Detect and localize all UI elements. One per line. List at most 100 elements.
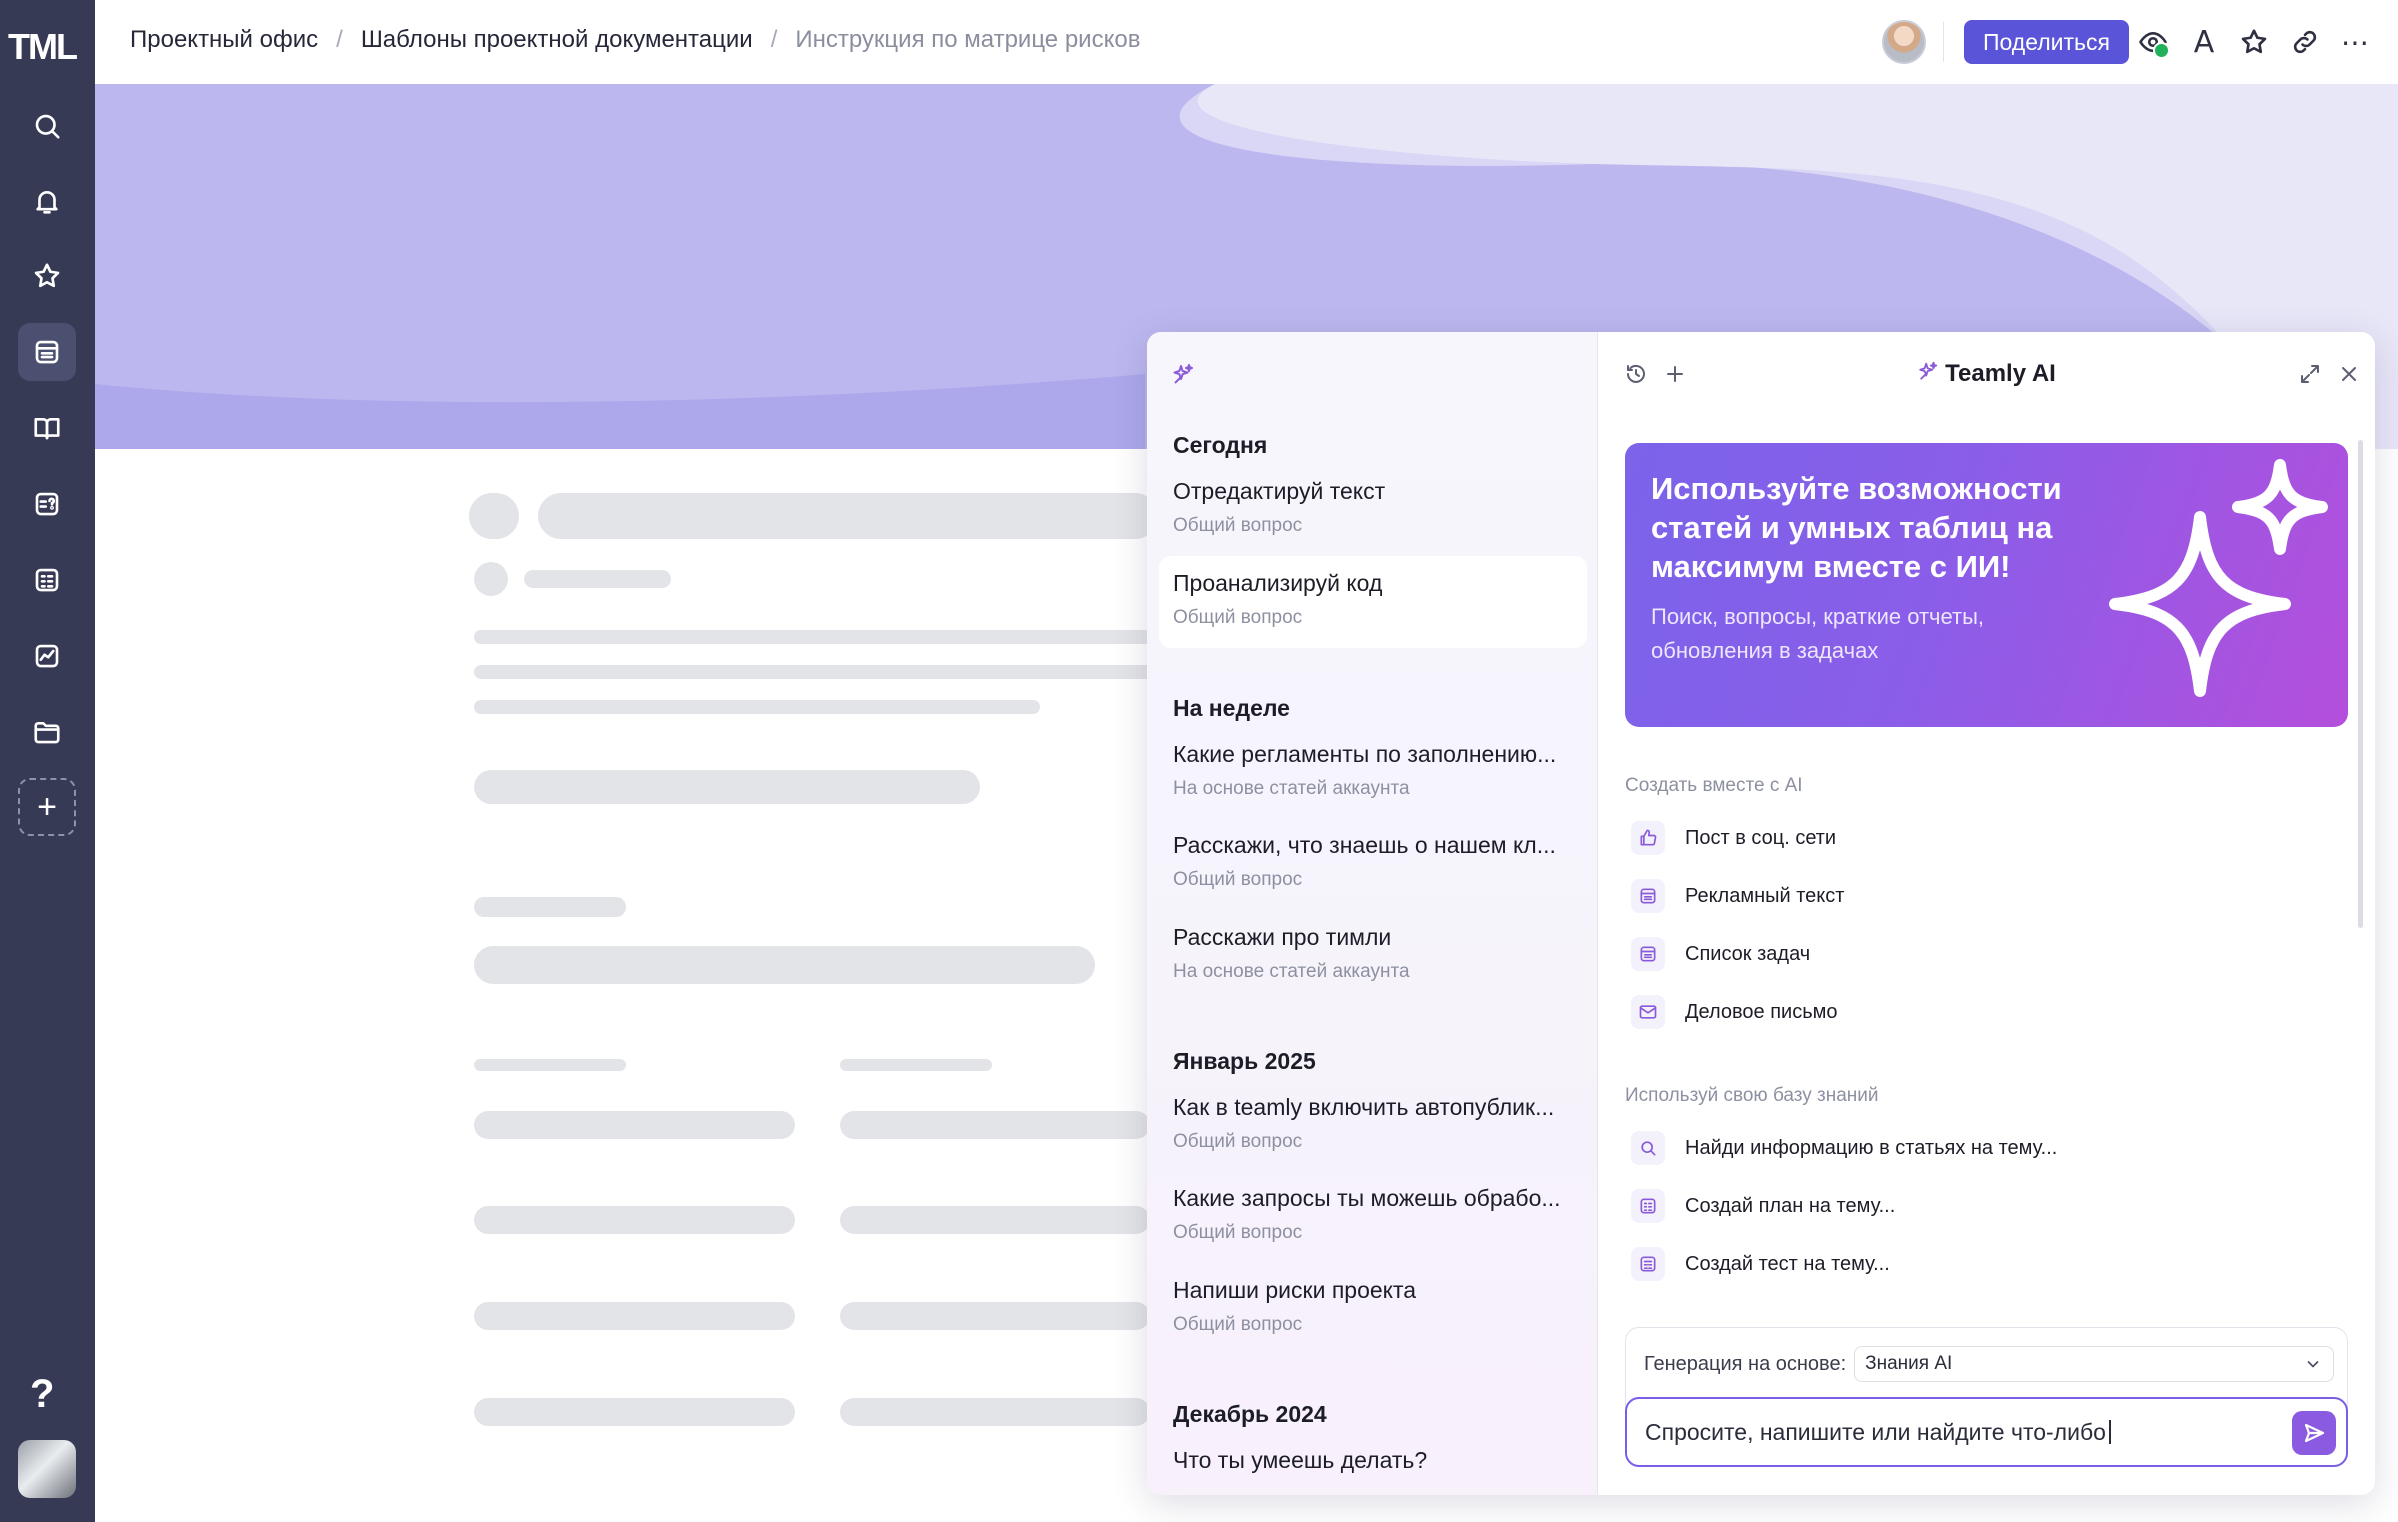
breadcrumb-item-project-office[interactable]: Проектный офис [130,26,318,54]
history-item[interactable]: Как в teamly включить автопублик... Общи… [1159,1080,1587,1172]
ai-prompt-input[interactable]: Спросите, напишите или найдите что-либо [1625,1397,2348,1467]
history-item[interactable]: Какие регламенты по заполнению... На осн… [1159,727,1587,819]
top-bar: Проектный офис / Шаблоны проектной докум… [95,0,2398,84]
action-find-info[interactable]: Найди информацию в статьях на тему... [1631,1126,2057,1170]
skeleton-cell [840,1302,1150,1330]
collaborator-avatar[interactable] [1882,20,1926,64]
history-item[interactable]: Отредактируй текст Общий вопрос [1159,464,1587,556]
ai-composer: Генерация на основе: Знания AI Спросите,… [1625,1327,2348,1467]
ai-sparkle-icon [1917,360,1939,389]
promo-subtitle: Поиск, вопросы, краткие отчеты, обновлен… [1651,604,1985,663]
search-icon [1631,1131,1665,1165]
book-icon[interactable] [18,399,76,457]
watch-active-badge [2153,42,2170,59]
send-icon [2304,1423,2325,1443]
skeleton-cell [474,1398,795,1426]
sparkle-stars-icon [2095,457,2345,712]
history-item[interactable]: Что ты умеешь делать? [1159,1433,1587,1495]
skeleton-title [538,493,1158,539]
history-item[interactable]: Расскажи про тимли На основе статей акка… [1159,910,1587,1002]
ai-chat-area: Teamly AI Используйте возможности статей… [1598,332,2375,1495]
table-icon[interactable] [18,551,76,609]
skeleton-line [474,665,1154,679]
ai-scrollbar[interactable] [2358,440,2363,928]
copy-link-icon[interactable] [2287,24,2323,60]
app-logo[interactable]: TML [8,26,78,68]
skeleton-icon [469,493,519,539]
ai-sparkle-icon [1171,362,1195,391]
history-item[interactable]: Расскажи, что знаешь о нашем кл... Общий… [1159,818,1587,910]
help-button[interactable]: ? [30,1372,54,1417]
expand-icon[interactable] [2298,362,2324,388]
skeleton-line [474,630,1154,644]
action-task-list[interactable]: Список задач [1631,932,1810,976]
toolbar-divider [1943,22,1944,62]
skeleton-cell [474,1302,795,1330]
skeleton-block [474,946,1095,984]
search-icon[interactable] [18,97,76,155]
generation-source-select[interactable]: Знания AI [1854,1346,2334,1382]
more-options-icon[interactable]: ⋯ [2337,24,2373,60]
skeleton-label [474,897,626,917]
action-business-letter[interactable]: Деловое письмо [1631,990,1838,1034]
plan-icon [1631,1189,1665,1223]
checklist-icon [1631,937,1665,971]
skeleton-author-avatar [474,562,508,596]
star-icon[interactable] [18,247,76,305]
action-ad-text[interactable]: Рекламный текст [1631,874,1844,918]
chart-icon[interactable] [18,627,76,685]
ai-promo-banner: Используйте возможности статей и умных т… [1625,443,2348,727]
promo-title: Используйте возможности статей и умных т… [1651,471,2062,584]
document-icon [1631,879,1665,913]
add-space-button[interactable]: + [18,778,76,836]
ai-history-sidebar: Сегодня Отредактируй текст Общий вопрос … [1147,332,1598,1495]
breadcrumb-separator: / [336,26,343,53]
skeleton-cell [840,1398,1150,1426]
mail-icon [1631,995,1665,1029]
breadcrumb: Проектный офис / Шаблоны проектной докум… [130,26,1140,54]
skeleton-cell [474,1111,795,1139]
bell-icon[interactable] [18,172,76,230]
skeleton-cell [840,1206,1150,1234]
action-social-post[interactable]: Пост в соц. сети [1631,816,1836,860]
action-create-plan[interactable]: Создай план на тему... [1631,1184,1895,1228]
folder-icon[interactable] [18,703,76,761]
skeleton-label [840,1059,992,1071]
text-caret [2108,1420,2111,1444]
favorite-star-icon[interactable] [2236,24,2272,60]
generation-source-row: Генерация на основе: Знания AI [1644,1344,2334,1384]
skeleton-line [474,700,1040,714]
knowledge-group-title: Используй свою базу знаний [1625,1085,1879,1106]
skeleton-block [474,770,980,804]
test-icon [1631,1247,1665,1281]
action-create-test[interactable]: Создай тест на тему... [1631,1242,1890,1286]
chevron-down-icon [2307,1360,2319,1368]
history-section-title: Декабрь 2024 [1173,1401,1327,1427]
send-button[interactable] [2292,1411,2336,1455]
share-button[interactable]: Поделиться [1964,20,2129,64]
history-item[interactable]: Проанализируй код Общий вопрос [1159,556,1587,648]
user-avatar[interactable] [18,1440,76,1498]
watch-eye-icon[interactable] [2135,24,2171,60]
breadcrumb-separator: / [770,26,778,53]
skeleton-author [524,570,671,588]
skeleton-cell [474,1206,795,1234]
thumbs-up-icon [1631,821,1665,855]
history-section-title: На неделе [1173,695,1290,721]
create-group-title: Создать вместе с AI [1625,775,1803,796]
history-section-title: Сегодня [1173,432,1268,458]
skeleton-cell [840,1111,1150,1139]
history-item[interactable]: Какие запросы ты можешь обрабо... Общий … [1159,1171,1587,1263]
ai-assistant-panel: Сегодня Отредактируй текст Общий вопрос … [1147,332,2375,1495]
text-format-icon[interactable]: A [2186,24,2222,60]
history-section-title: Январь 2025 [1173,1048,1316,1074]
close-icon[interactable] [2337,362,2363,388]
left-rail: TML + ? [0,0,95,1522]
generation-source-label: Генерация на основе: [1644,1352,1847,1375]
history-item[interactable]: Напиши риски проекта Общий вопрос [1159,1263,1587,1355]
skeleton-label [474,1059,626,1071]
ai-panel-title: Teamly AI [1598,360,2375,389]
quiz-icon[interactable] [18,475,76,533]
spaces-icon[interactable] [18,323,76,381]
breadcrumb-item-templates[interactable]: Шаблоны проектной документации [361,26,753,54]
